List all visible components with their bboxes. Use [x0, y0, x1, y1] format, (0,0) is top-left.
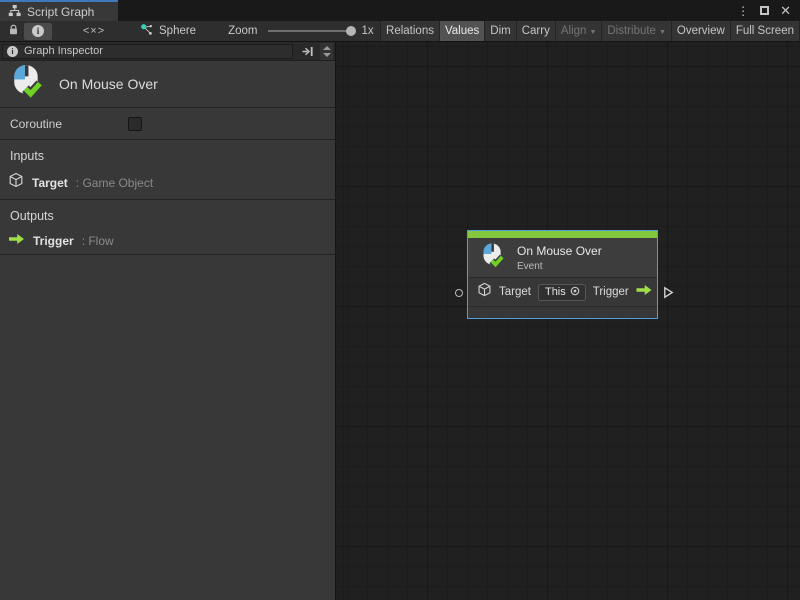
- node-subtitle: Event: [517, 261, 602, 272]
- chevron-down-icon: ▼: [659, 29, 666, 36]
- input-name: Target: [32, 176, 68, 190]
- target-port-label: Target: [499, 286, 531, 298]
- maximize-icon[interactable]: [760, 6, 769, 15]
- info-icon: i: [7, 46, 18, 57]
- graph-canvas[interactable]: On Mouse Over Event Target This: [336, 42, 800, 600]
- coroutine-label: Coroutine: [10, 117, 62, 131]
- chevron-down-icon: ▼: [589, 29, 596, 36]
- tab-script-graph[interactable]: Script Graph: [0, 0, 118, 21]
- tab-bar: Script Graph ⋮ ✕: [0, 0, 800, 21]
- values-label: Values: [445, 25, 479, 37]
- lock-button[interactable]: [2, 23, 24, 40]
- distribute-dropdown[interactable]: Distribute ▼: [602, 21, 672, 41]
- node-header[interactable]: On Mouse Over Event: [468, 238, 657, 278]
- graph-toolbar: i <×> Sphere Zoom 1x Relations: [0, 21, 800, 42]
- input-type: : Game Object: [76, 176, 153, 190]
- dock-panel-button[interactable]: [296, 44, 318, 59]
- carry-button[interactable]: Carry: [517, 21, 556, 41]
- tab-strip-empty: [118, 0, 737, 21]
- code-view-button[interactable]: <×>: [74, 23, 114, 40]
- event-color-bar: [468, 231, 657, 238]
- output-trigger-row: Trigger : Flow: [8, 232, 335, 250]
- node-footer: [468, 307, 657, 318]
- graph-owner-breadcrumb[interactable]: Sphere: [140, 23, 196, 39]
- scroll-up-icon[interactable]: [323, 46, 331, 50]
- script-machine-icon: [140, 23, 153, 39]
- lock-icon: [8, 24, 19, 39]
- node-header-text: On Mouse Over Event: [517, 244, 602, 272]
- output-name: Trigger: [33, 234, 74, 248]
- inputs-header: Inputs: [10, 149, 335, 163]
- window-controls: ⋮ ✕: [737, 0, 800, 21]
- mouse-event-icon: [8, 63, 45, 105]
- flow-output-port[interactable]: [663, 286, 674, 304]
- window-menu-icon[interactable]: ⋮: [737, 4, 749, 18]
- flow-arrow-icon: [8, 232, 25, 250]
- scroll-down-icon[interactable]: [323, 53, 331, 57]
- graph-owner-label: Sphere: [159, 25, 196, 37]
- node-title: On Mouse Over: [517, 244, 602, 258]
- unit-title: On Mouse Over: [59, 76, 158, 92]
- outputs-header: Outputs: [10, 209, 335, 223]
- target-value: This: [545, 286, 566, 298]
- info-icon: i: [32, 25, 44, 37]
- inspector-toggle-button[interactable]: i: [24, 23, 52, 40]
- zoom-label: Zoom: [228, 25, 257, 37]
- graph-hierarchy-icon: [8, 4, 21, 20]
- dim-button[interactable]: Dim: [485, 21, 516, 41]
- relations-label: Relations: [386, 25, 434, 37]
- unit-header: On Mouse Over: [0, 61, 335, 108]
- fullscreen-button[interactable]: Full Screen: [731, 21, 800, 41]
- on-mouse-over-node[interactable]: On Mouse Over Event Target This: [467, 230, 658, 319]
- overview-button[interactable]: Overview: [672, 21, 731, 41]
- game-object-cube-icon: [8, 172, 24, 193]
- target-value-pill[interactable]: This: [538, 284, 586, 301]
- script-graph-window: Script Graph ⋮ ✕ i <×>: [0, 0, 800, 600]
- fullscreen-label: Full Screen: [736, 25, 794, 37]
- dock-right-icon: [301, 46, 314, 57]
- outputs-section: Outputs Trigger : Flow: [0, 200, 335, 255]
- panel-scrub-control[interactable]: [320, 43, 333, 60]
- target-picker-icon: [570, 286, 580, 299]
- flow-arrow-icon: [635, 283, 653, 301]
- graph-inspector-panel: i Graph Inspector: [0, 42, 336, 600]
- relations-button[interactable]: Relations: [381, 21, 440, 41]
- inspector-title: Graph Inspector: [24, 45, 103, 57]
- close-icon[interactable]: ✕: [780, 3, 791, 19]
- overview-label: Overview: [677, 25, 725, 37]
- input-target-row: Target : Game Object: [8, 172, 335, 193]
- inspector-empty-area: [0, 255, 335, 600]
- distribute-label: Distribute: [607, 25, 656, 37]
- values-button[interactable]: Values: [440, 21, 485, 41]
- game-object-cube-icon: [477, 282, 492, 302]
- coroutine-checkbox[interactable]: [128, 117, 142, 131]
- coroutine-row: Coroutine: [0, 108, 335, 140]
- window-content: i Graph Inspector: [0, 42, 800, 600]
- trigger-port[interactable]: Trigger: [593, 283, 653, 301]
- trigger-port-label: Trigger: [593, 286, 629, 298]
- node-port-row: Target This Trigger: [468, 278, 657, 307]
- inspector-selector[interactable]: i Graph Inspector: [2, 44, 293, 59]
- carry-label: Carry: [522, 25, 550, 37]
- inputs-section: Inputs Target : Game Object: [0, 140, 335, 200]
- code-icon: <×>: [83, 25, 105, 37]
- value-input-port[interactable]: [455, 289, 463, 297]
- zoom-slider[interactable]: [268, 30, 354, 32]
- toolbar-button-group: Relations Values Dim Carry Align ▼ Distr…: [380, 21, 800, 41]
- zoom-slider-handle[interactable]: [346, 26, 356, 36]
- align-label: Align: [561, 25, 587, 37]
- output-type: : Flow: [82, 234, 114, 248]
- tab-title: Script Graph: [27, 5, 94, 19]
- zoom-value: 1x: [362, 25, 374, 37]
- align-dropdown[interactable]: Align ▼: [556, 21, 603, 41]
- dim-label: Dim: [490, 25, 510, 37]
- mouse-event-icon: [479, 242, 506, 274]
- inspector-header-bar: i Graph Inspector: [0, 42, 335, 61]
